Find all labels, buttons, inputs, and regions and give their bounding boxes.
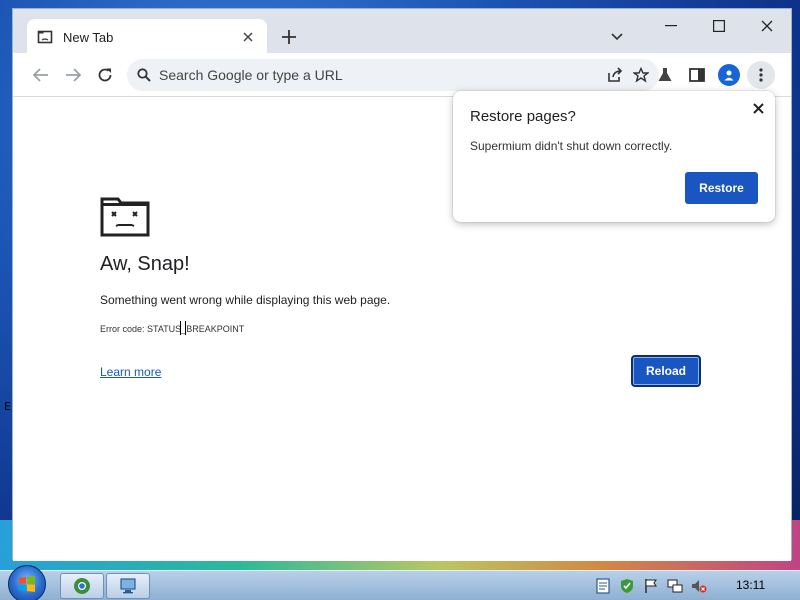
popup-close-button[interactable] <box>749 99 767 117</box>
text-cursor <box>180 321 186 335</box>
close-icon[interactable] <box>239 28 257 46</box>
learn-more-link[interactable]: Learn more <box>100 365 161 379</box>
chevron-down-icon <box>611 33 623 41</box>
profile-button[interactable] <box>715 61 743 89</box>
search-icon <box>137 68 151 82</box>
security-shield-icon[interactable] <box>618 577 636 595</box>
popup-message: Supermium didn't shut down correctly. <box>470 139 673 153</box>
system-tray <box>594 577 708 595</box>
network-app-icon <box>120 578 136 594</box>
omnibox[interactable] <box>127 59 659 91</box>
crash-message: Something went wrong while displaying th… <box>100 293 391 307</box>
arrow-left-icon <box>33 68 48 82</box>
menu-icon <box>759 68 763 82</box>
minimize-icon <box>665 25 677 27</box>
close-icon <box>752 102 764 114</box>
popup-title: Restore pages? <box>470 108 576 125</box>
new-tab-button[interactable] <box>277 25 301 49</box>
sad-page-icon <box>100 195 150 241</box>
browser-window: New Tab Search Google or type a URL Aw, … <box>12 8 792 561</box>
profile-icon <box>718 64 740 86</box>
restore-button[interactable]: Restore <box>685 172 758 204</box>
clock[interactable]: 13:11 <box>736 578 765 592</box>
taskbar-browser-button[interactable] <box>60 573 104 599</box>
bookmark-star-icon[interactable] <box>629 63 653 87</box>
taskbar-app-button[interactable] <box>106 573 150 599</box>
error-code: Error code: STATUS_BREAKPOINT <box>100 324 245 334</box>
arrow-right-icon <box>66 68 81 82</box>
experiments-flask-icon[interactable] <box>651 61 679 89</box>
tab-search-button[interactable] <box>605 25 629 49</box>
sad-page-icon <box>37 29 53 45</box>
side-panel-icon[interactable] <box>683 61 711 89</box>
action-center-flag-icon[interactable] <box>642 577 660 595</box>
maximize-button[interactable] <box>695 9 743 43</box>
back-button[interactable] <box>27 61 55 89</box>
start-button[interactable] <box>8 565 46 600</box>
close-icon <box>761 20 773 32</box>
reload-button[interactable]: Reload <box>631 355 701 387</box>
title-bar: New Tab <box>13 9 791 55</box>
plus-icon <box>282 30 296 44</box>
forward-button[interactable] <box>59 61 87 89</box>
volume-muted-icon[interactable] <box>690 577 708 595</box>
taskbar: 13:11 <box>0 565 800 600</box>
window-close-button[interactable] <box>743 9 791 43</box>
windows-logo-icon <box>19 576 35 592</box>
omnibox-input[interactable] <box>159 67 579 83</box>
minimize-button[interactable] <box>647 9 695 43</box>
tab-new-tab[interactable]: New Tab <box>27 19 267 55</box>
reload-toolbar-button[interactable] <box>91 61 119 89</box>
desktop-edge-glyph: E <box>4 400 11 413</box>
share-icon[interactable] <box>603 63 627 87</box>
crash-title: Aw, Snap! <box>100 253 190 275</box>
restore-pages-popup: Restore pages? Supermium didn't shut dow… <box>453 91 775 222</box>
tab-title: New Tab <box>63 29 114 45</box>
browser-icon <box>74 578 90 594</box>
window-controls <box>647 9 791 43</box>
maximize-icon <box>713 20 725 32</box>
refresh-icon <box>98 68 112 82</box>
notes-icon[interactable] <box>594 577 612 595</box>
network-icon[interactable] <box>666 577 684 595</box>
menu-button[interactable] <box>747 61 775 89</box>
